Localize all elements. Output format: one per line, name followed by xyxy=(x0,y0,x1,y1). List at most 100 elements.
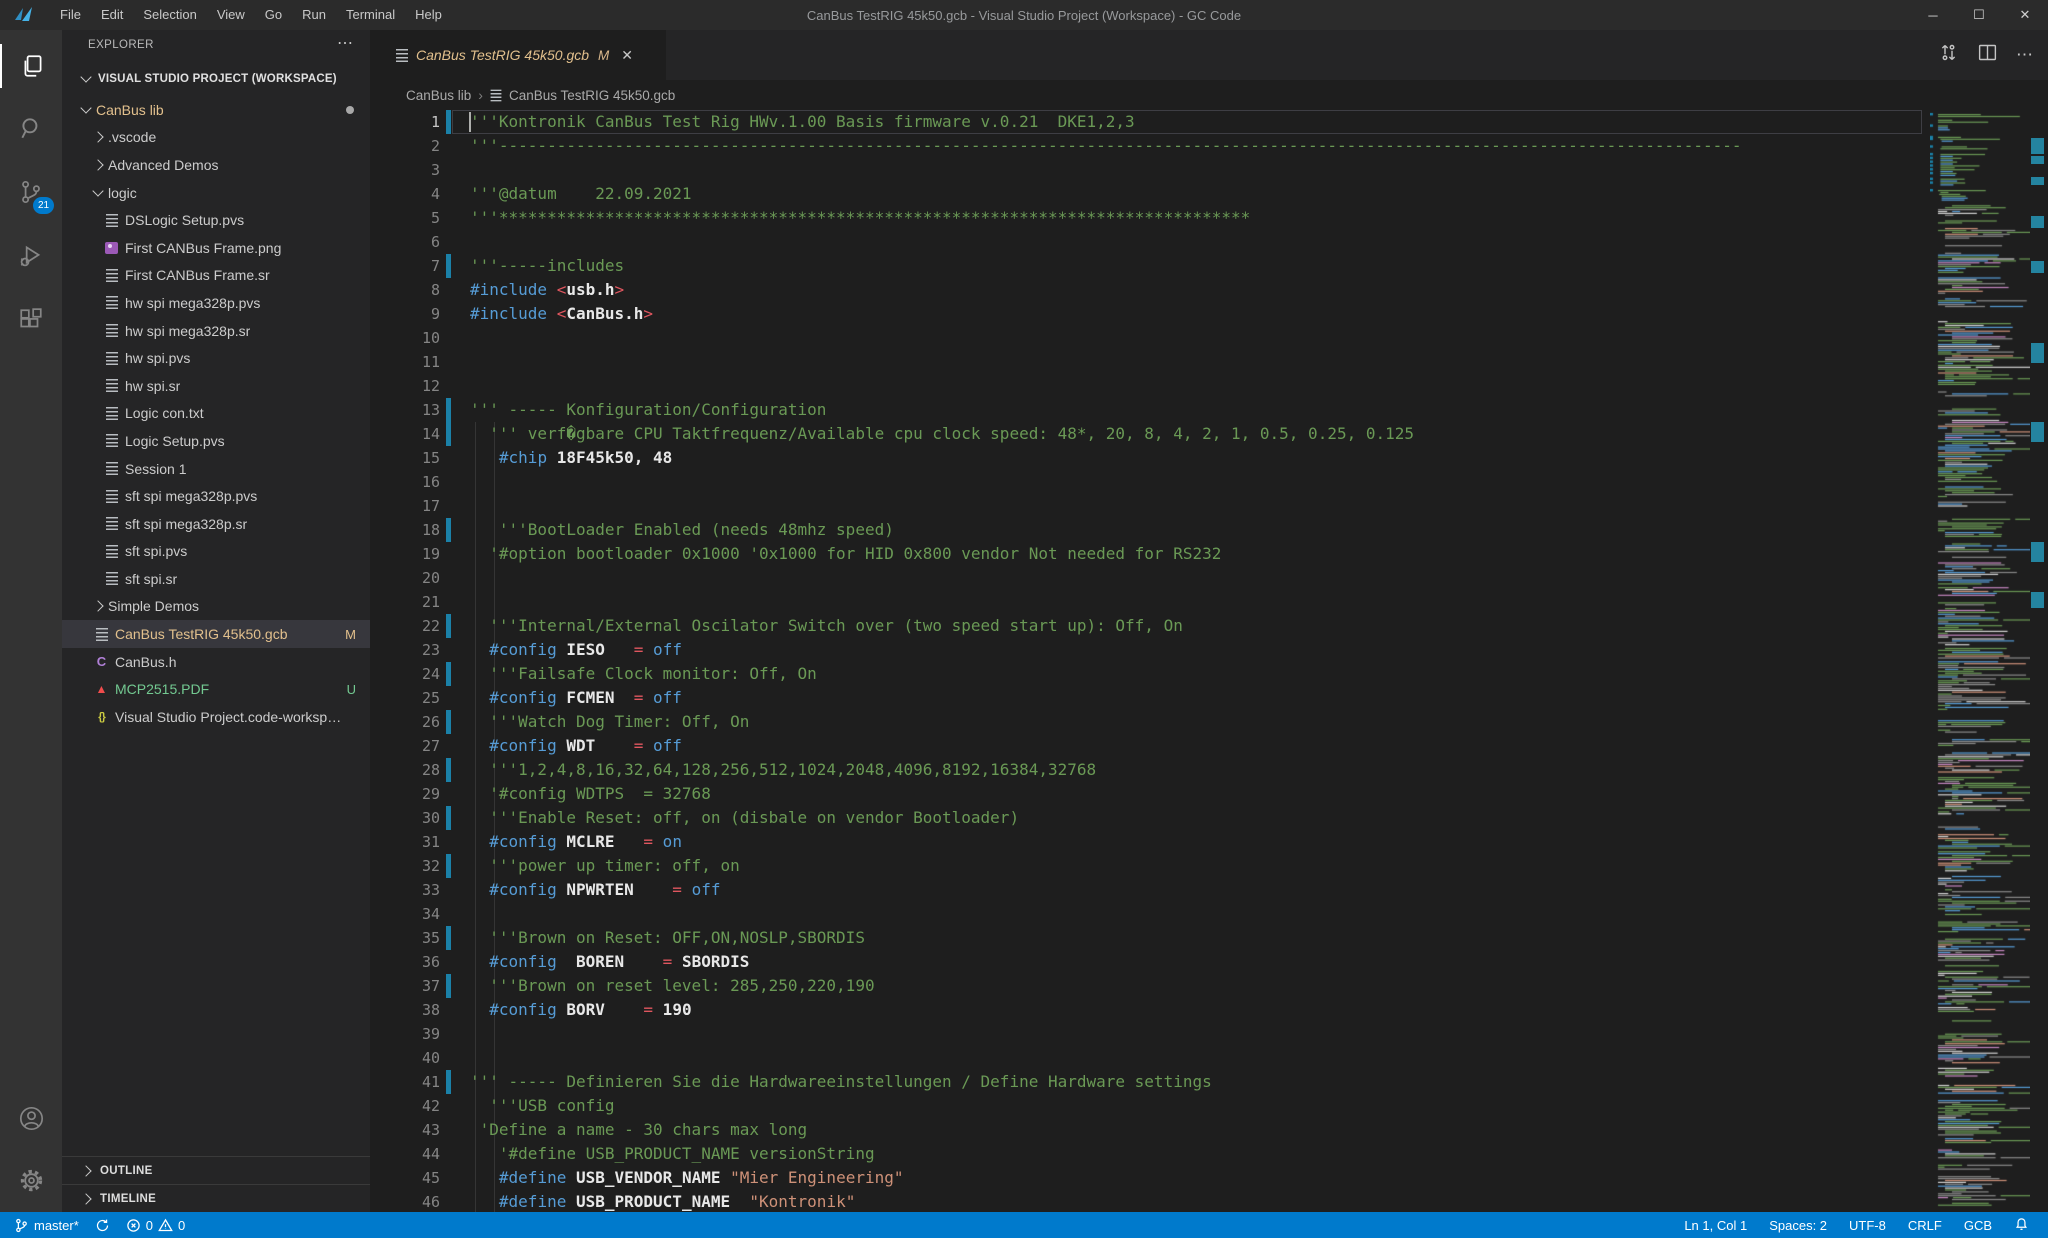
code-line-6[interactable]: 6 xyxy=(370,230,2048,254)
tree-item-session-1[interactable]: Session 1 xyxy=(62,455,370,483)
code-line-15[interactable]: 15 #chip 18F45k50, 48 xyxy=(370,446,2048,470)
tab-canbus-testrig[interactable]: CanBus TestRIG 45k50.gcb M ✕ xyxy=(370,30,666,80)
tree-item-sft-spi-pvs[interactable]: sft spi.pvs xyxy=(62,538,370,566)
tree-item-hw-spi-mega328p-sr[interactable]: hw spi mega328p.sr xyxy=(62,317,370,345)
menu-file[interactable]: File xyxy=(50,0,91,30)
cursor-position[interactable]: Ln 1, Col 1 xyxy=(1673,1218,1758,1233)
more-actions-icon[interactable]: ⋯ xyxy=(2016,45,2034,65)
git-branch-indicator[interactable]: master* xyxy=(6,1212,87,1238)
code-line-2[interactable]: 2'''------------------------------------… xyxy=(370,134,2048,158)
code-line-36[interactable]: 36 #config BOREN = SBORDIS xyxy=(370,950,2048,974)
menu-view[interactable]: View xyxy=(207,0,255,30)
menu-go[interactable]: Go xyxy=(255,0,292,30)
code-line-5[interactable]: 5'''************************************… xyxy=(370,206,2048,230)
indentation[interactable]: Spaces: 2 xyxy=(1758,1218,1838,1233)
overview-ruler[interactable] xyxy=(2031,110,2044,1212)
code-line-9[interactable]: 9#include <CanBus.h> xyxy=(370,302,2048,326)
extensions-icon[interactable] xyxy=(0,298,62,342)
code-line-43[interactable]: 43 'Define a name - 30 chars max long xyxy=(370,1118,2048,1142)
code-line-17[interactable]: 17 xyxy=(370,494,2048,518)
tree-item-first-canbus-frame-png[interactable]: First CANBus Frame.png xyxy=(62,234,370,262)
eol-sequence[interactable]: CRLF xyxy=(1897,1218,1953,1233)
menu-selection[interactable]: Selection xyxy=(133,0,206,30)
tree-item-first-canbus-frame-sr[interactable]: First CANBus Frame.sr xyxy=(62,262,370,290)
code-line-25[interactable]: 25 #config FCMEN = off xyxy=(370,686,2048,710)
code-line-28[interactable]: 28 '''1,2,4,8,16,32,64,128,256,512,1024,… xyxy=(370,758,2048,782)
tree-item-hw-spi-pvs[interactable]: hw spi.pvs xyxy=(62,344,370,372)
tab-close-icon[interactable]: ✕ xyxy=(621,47,633,64)
menu-help[interactable]: Help xyxy=(405,0,452,30)
breadcrumb-file[interactable]: CanBus TestRIG 45k50.gcb xyxy=(509,88,675,103)
tree-item-visual-studio-project-code-workspa[interactable]: {}Visual Studio Project.code-workspa... xyxy=(62,703,370,731)
notifications-bell-icon[interactable] xyxy=(2003,1216,2040,1234)
sync-changes-icon[interactable] xyxy=(87,1212,118,1238)
encoding[interactable]: UTF-8 xyxy=(1838,1218,1897,1233)
menu-edit[interactable]: Edit xyxy=(91,0,133,30)
minimize-button[interactable]: ─ xyxy=(1910,0,1956,30)
code-line-10[interactable]: 10 xyxy=(370,326,2048,350)
code-line-14[interactable]: 14 ''' verf�gbare CPU Taktfrequenz/Avail… xyxy=(370,422,2048,446)
code-line-30[interactable]: 30 '''Enable Reset: off, on (disbale on … xyxy=(370,806,2048,830)
tree-item-canbus-h[interactable]: CCanBus.h xyxy=(62,648,370,676)
tree-item-logic[interactable]: logic xyxy=(62,179,370,207)
code-line-20[interactable]: 20 xyxy=(370,566,2048,590)
tree-item-sft-spi-mega328p-pvs[interactable]: sft spi mega328p.pvs xyxy=(62,482,370,510)
code-line-11[interactable]: 11 xyxy=(370,350,2048,374)
tree-item-hw-spi-mega328p-pvs[interactable]: hw spi mega328p.pvs xyxy=(62,289,370,317)
open-changes-icon[interactable] xyxy=(1938,42,1959,68)
split-editor-icon[interactable] xyxy=(1977,42,1998,68)
language-mode[interactable]: GCB xyxy=(1953,1218,2003,1233)
code-line-24[interactable]: 24 '''Failsafe Clock monitor: Off, On xyxy=(370,662,2048,686)
tree-item-vscode[interactable]: .vscode xyxy=(62,124,370,152)
tree-item-sft-spi-mega328p-sr[interactable]: sft spi mega328p.sr xyxy=(62,510,370,538)
tree-item-advanced-demos[interactable]: Advanced Demos xyxy=(62,151,370,179)
code-line-4[interactable]: 4'''@datum 22.09.2021 xyxy=(370,182,2048,206)
close-button[interactable]: ✕ xyxy=(2002,0,2048,30)
code-line-23[interactable]: 23 #config IESO = off xyxy=(370,638,2048,662)
code-line-16[interactable]: 16 xyxy=(370,470,2048,494)
code-line-33[interactable]: 33 #config NPWRTEN = off xyxy=(370,878,2048,902)
code-line-27[interactable]: 27 #config WDT = off xyxy=(370,734,2048,758)
tree-item-mcp2515-pdf[interactable]: ▲MCP2515.PDFU xyxy=(62,675,370,703)
code-line-31[interactable]: 31 #config MCLRE = on xyxy=(370,830,2048,854)
breadcrumb-folder[interactable]: CanBus lib xyxy=(406,88,471,103)
search-icon[interactable] xyxy=(0,106,62,150)
code-line-3[interactable]: 3 xyxy=(370,158,2048,182)
code-line-26[interactable]: 26 '''Watch Dog Timer: Off, On xyxy=(370,710,2048,734)
code-line-46[interactable]: 46 #define USB_PRODUCT_NAME "Kontronik" xyxy=(370,1190,2048,1212)
code-line-40[interactable]: 40 xyxy=(370,1046,2048,1070)
section-timeline[interactable]: TIMELINE xyxy=(62,1184,370,1212)
code-line-38[interactable]: 38 #config BORV = 190 xyxy=(370,998,2048,1022)
code-line-21[interactable]: 21 xyxy=(370,590,2048,614)
tree-item-logic-setup-pvs[interactable]: Logic Setup.pvs xyxy=(62,427,370,455)
code-line-44[interactable]: 44 '#define USB_PRODUCT_NAME versionStri… xyxy=(370,1142,2048,1166)
code-line-7[interactable]: 7'''-----includes xyxy=(370,254,2048,278)
code-line-18[interactable]: 18 '''BootLoader Enabled (needs 48mhz sp… xyxy=(370,518,2048,542)
tree-item-canbus-lib[interactable]: CanBus lib xyxy=(62,96,370,124)
code-line-19[interactable]: 19 '#option bootloader 0x1000 '0x1000 fo… xyxy=(370,542,2048,566)
code-line-12[interactable]: 12 xyxy=(370,374,2048,398)
code-line-22[interactable]: 22 '''Internal/External Oscilator Switch… xyxy=(370,614,2048,638)
menu-terminal[interactable]: Terminal xyxy=(336,0,405,30)
maximize-button[interactable]: ☐ xyxy=(1956,0,2002,30)
section-outline[interactable]: OUTLINE xyxy=(62,1156,370,1184)
workspace-section-header[interactable]: VISUAL STUDIO PROJECT (WORKSPACE) xyxy=(62,66,370,92)
code-line-37[interactable]: 37 '''Brown on reset level: 285,250,220,… xyxy=(370,974,2048,998)
source-control-icon[interactable]: 21 xyxy=(0,170,62,214)
settings-gear-icon[interactable] xyxy=(0,1158,62,1202)
tree-item-sft-spi-sr[interactable]: sft spi.sr xyxy=(62,565,370,593)
code-line-41[interactable]: 41''' ----- Definieren Sie die Hardwaree… xyxy=(370,1070,2048,1094)
tree-item-dslogic-setup-pvs[interactable]: DSLogic Setup.pvs xyxy=(62,206,370,234)
code-line-8[interactable]: 8#include <usb.h> xyxy=(370,278,2048,302)
code-line-32[interactable]: 32 '''power up timer: off, on xyxy=(370,854,2048,878)
problems-indicator[interactable]: 0 0 xyxy=(118,1212,193,1238)
run-debug-icon[interactable] xyxy=(0,234,62,278)
explorer-more-actions-icon[interactable]: ⋯ xyxy=(337,33,354,53)
code-line-42[interactable]: 42 '''USB config xyxy=(370,1094,2048,1118)
code-line-39[interactable]: 39 xyxy=(370,1022,2048,1046)
explorer-icon[interactable] xyxy=(0,44,64,88)
tree-item-canbus-testrig-45k50-gcb[interactable]: CanBus TestRIG 45k50.gcbM xyxy=(62,620,370,648)
code-line-29[interactable]: 29 '#config WDTPS = 32768 xyxy=(370,782,2048,806)
account-icon[interactable] xyxy=(0,1096,62,1140)
code-line-34[interactable]: 34 xyxy=(370,902,2048,926)
